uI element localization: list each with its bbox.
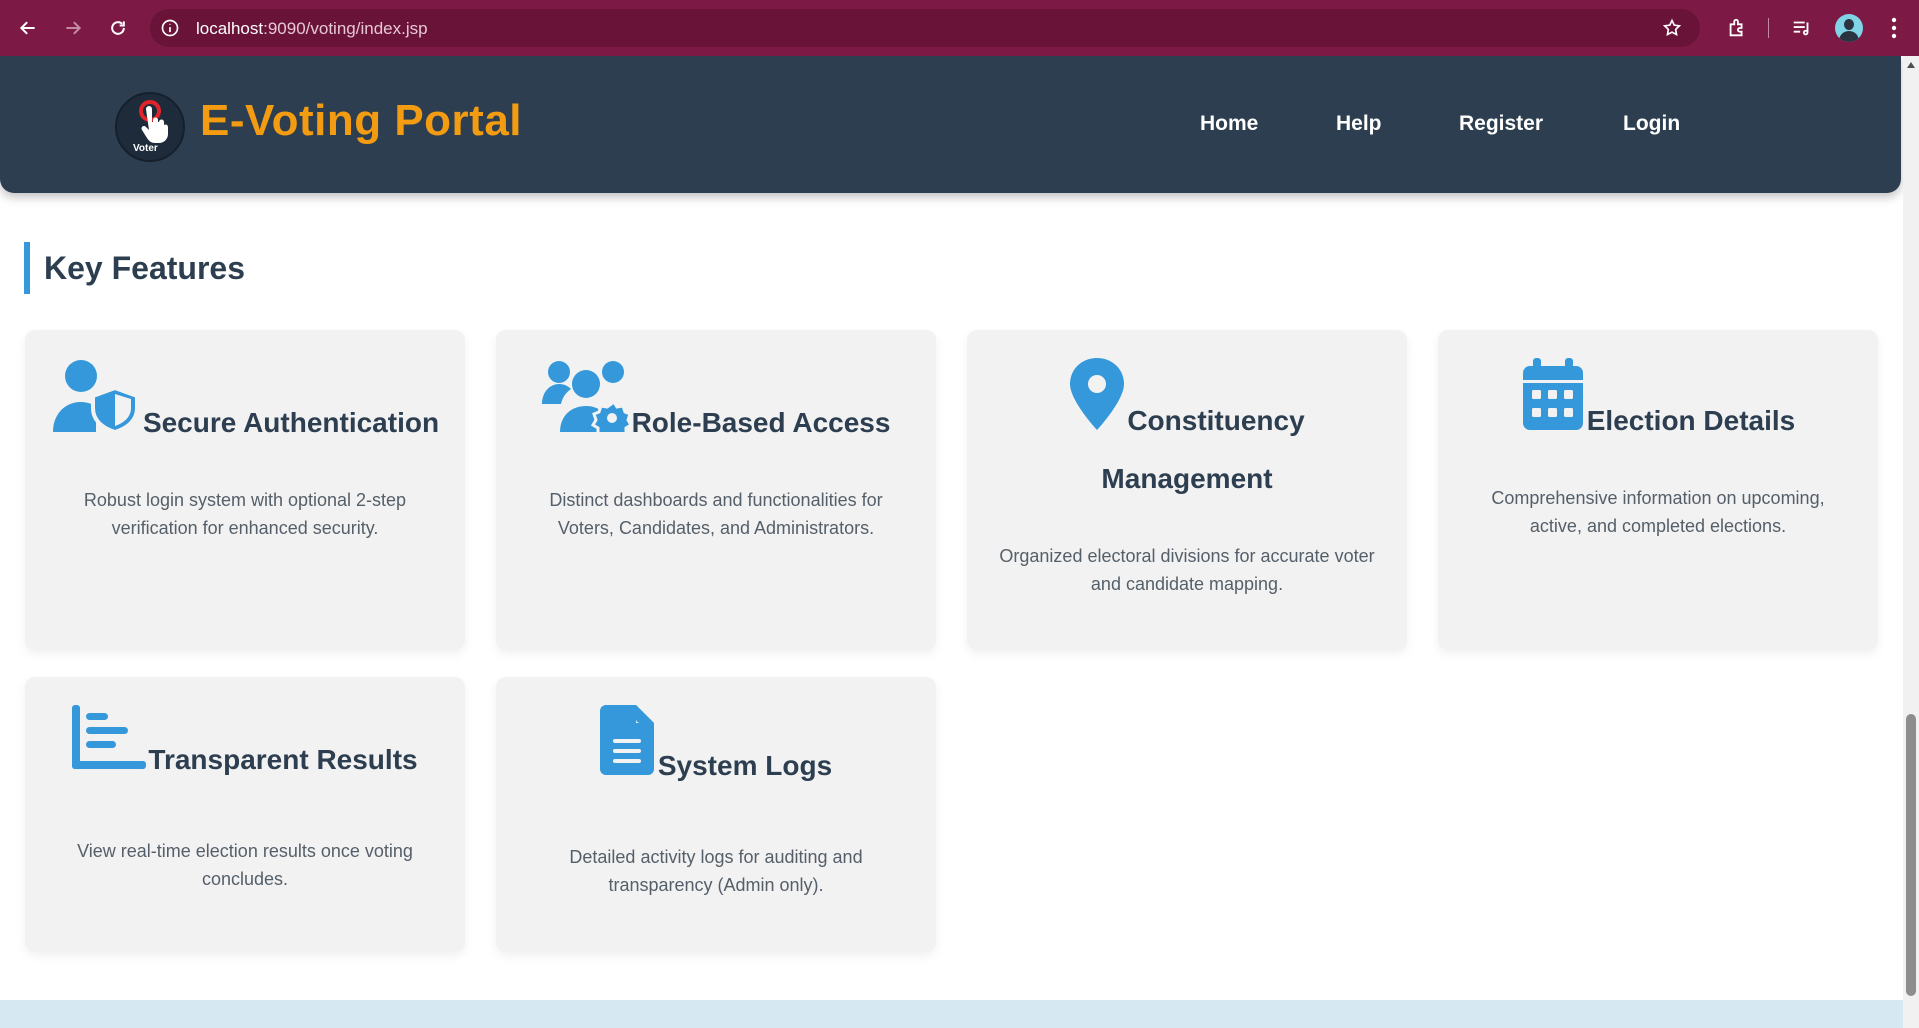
pointing-hand-icon [141,106,168,143]
feature-description: Comprehensive information on upcoming, a… [1491,488,1825,536]
feature-title-text: Election Details [1586,405,1796,436]
feature-title: Transparent Results [25,677,465,789]
feature-card-constituency-management: Constituency Management Organized electo… [967,330,1407,650]
bookmark-star-icon[interactable] [1662,18,1682,38]
menu-kebab-icon[interactable] [1880,14,1908,42]
extensions-icon[interactable] [1723,14,1751,42]
feature-card-system-logs: System Logs Detailed activity logs for a… [496,677,936,952]
reload-icon[interactable] [104,14,132,42]
url-text: localhost:9090/voting/index.jsp [196,19,428,39]
feature-title: Role-Based Access [496,330,936,452]
media-queue-icon[interactable] [1788,14,1816,42]
site-header: Voter E-Voting Portal Home Help Register… [0,56,1901,193]
footer-edge [0,1000,1903,1028]
chart-bars-icon [72,705,147,789]
calendar-icon [1521,358,1585,450]
url-path: :9090/voting/index.jsp [263,19,428,38]
feature-card-transparent-results: Transparent Results View real-time elect… [25,677,465,952]
feature-card-secure-authentication: Secure Authentication Robust login syste… [25,330,465,650]
user-shield-icon [51,358,141,452]
nav-help-link[interactable]: Help [1336,112,1382,136]
feature-description: Robust login system with optional 2-step… [83,490,407,538]
feature-title-text: System Logs [657,750,833,781]
feature-title-text: Secure Authentication [142,407,440,438]
feature-title: Election Details [1438,330,1878,450]
feature-description: Organized electoral divisions for accura… [999,546,1375,594]
url-host: localhost [196,19,264,38]
page-viewport: Voter E-Voting Portal Home Help Register… [0,56,1903,1028]
nav-register-link[interactable]: Register [1459,112,1543,136]
forward-icon[interactable] [59,14,87,42]
page-scrollbar[interactable] [1903,56,1919,1028]
feature-title: System Logs [496,677,936,795]
map-marker-icon [1069,358,1125,450]
voter-logo[interactable]: Voter [115,92,185,162]
logo-text: Voter [133,143,158,154]
feature-title-text: Role-Based Access [631,407,891,438]
section-title: Key Features [24,242,245,294]
scroll-up-arrow-icon[interactable] [1907,62,1915,68]
profile-avatar[interactable] [1835,14,1863,42]
site-title[interactable]: E-Voting Portal [200,96,522,146]
nav-login-link[interactable]: Login [1623,112,1680,136]
site-info-icon[interactable] [160,18,180,38]
feature-title: Constituency Management [967,330,1407,508]
feature-description: View real-time election results once vot… [77,841,413,889]
nav-home-link[interactable]: Home [1200,112,1258,136]
feature-title-text: Transparent Results [148,744,418,775]
file-text-icon [599,705,656,795]
address-bar[interactable]: localhost:9090/voting/index.jsp [150,9,1700,47]
feature-title: Secure Authentication [25,330,465,452]
toolbar-divider [1768,18,1769,38]
feature-description: Distinct dashboards and functionalities … [549,490,883,538]
feature-title-text: Constituency Management [1101,405,1305,494]
browser-toolbar: localhost:9090/voting/index.jsp [0,0,1919,56]
users-gear-icon [541,358,633,452]
feature-card-election-details: Election Details Comprehensive informati… [1438,330,1878,650]
back-icon[interactable] [14,14,42,42]
feature-card-role-based-access: Role-Based Access Distinct dashboards an… [496,330,936,650]
feature-description: Detailed activity logs for auditing and … [569,847,863,895]
scrollbar-thumb[interactable] [1906,714,1916,996]
